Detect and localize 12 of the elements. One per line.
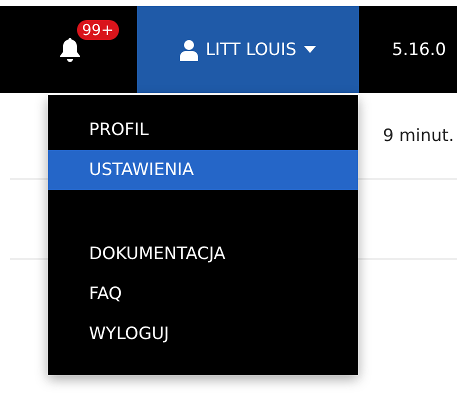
menu-item[interactable]: DOKUMENTACJA (48, 234, 358, 274)
menu-item[interactable]: FAQ (48, 274, 358, 314)
notification-badge: 99+ (77, 20, 119, 40)
caret-icon (304, 46, 316, 53)
bell-icon (59, 36, 81, 62)
time-text: 9 minut. (382, 126, 454, 146)
menu-item[interactable]: USTAWIENIA (48, 150, 358, 190)
menu-item[interactable]: WYLOGUJ (48, 314, 358, 354)
menu-item[interactable]: PROFIL (48, 110, 358, 150)
user-menu-button[interactable]: LITT LOUIS (137, 6, 359, 93)
user-icon (180, 38, 198, 60)
version-label: 5.16.0 (392, 40, 446, 60)
